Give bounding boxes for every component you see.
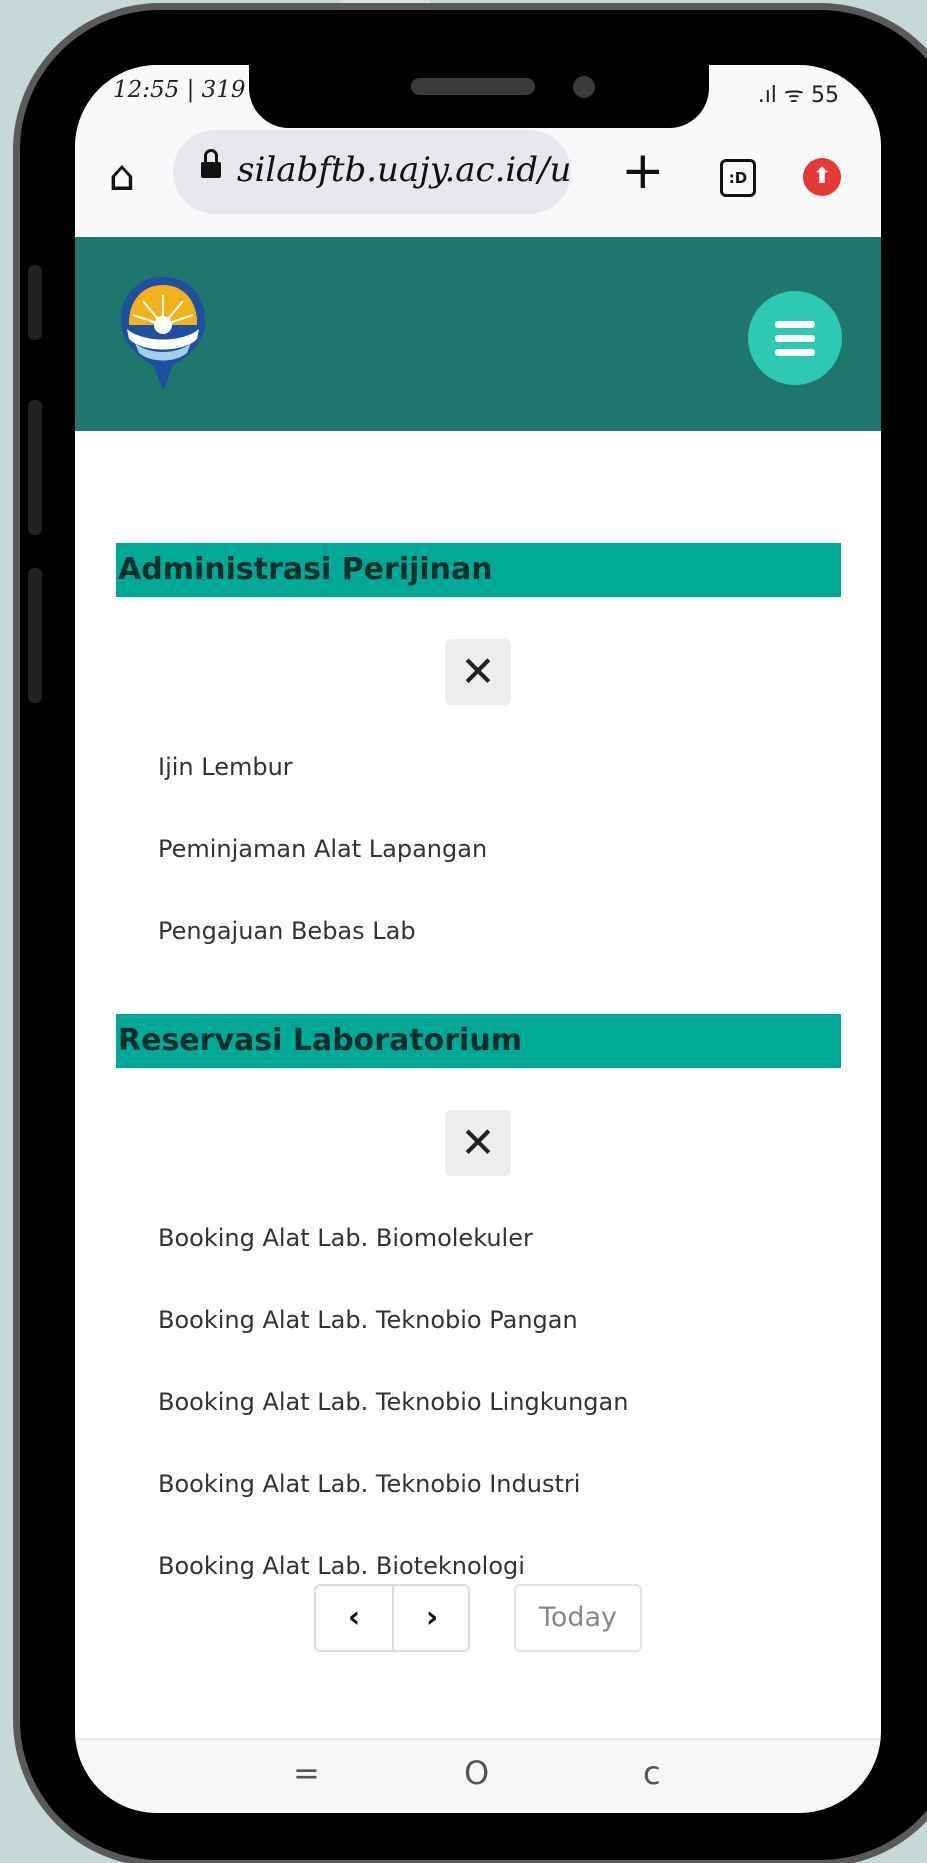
tab-switcher-button[interactable]: :D (720, 159, 756, 197)
volume-up-button (28, 400, 42, 535)
section-title-administrasi: Administrasi Perijinan (116, 543, 841, 597)
menu-link-bioteknologi[interactable]: Booking Alat Lab. Bioteknologi (158, 1552, 525, 1580)
site-header (75, 237, 881, 431)
menu-link-teknobio-pangan[interactable]: Booking Alat Lab. Teknobio Pangan (158, 1306, 578, 1334)
speaker (411, 78, 535, 95)
volume-down-button (28, 568, 42, 703)
status-time: 12:55 | 319 (113, 77, 246, 103)
back-icon[interactable]: c (643, 1754, 661, 1792)
menu-button[interactable] (748, 291, 842, 385)
menu-link-biomolekuler[interactable]: Booking Alat Lab. Biomolekuler (158, 1224, 533, 1252)
section-title-reservasi: Reservasi Laboratorium (116, 1014, 841, 1068)
address-bar[interactable]: silabftb.uajy.ac.id/us (173, 130, 571, 214)
update-icon[interactable]: ⬆ (803, 158, 841, 196)
browser-toolbar: ⌂ silabftb.uajy.ac.id/us + :D ⬆ (75, 125, 881, 237)
close-button[interactable]: ✕ (445, 1110, 511, 1176)
status-icons: .ıl ᯤ 55 (757, 83, 839, 108)
home-nav-icon[interactable]: O (464, 1754, 489, 1792)
menu-link-teknobio-industri[interactable]: Booking Alat Lab. Teknobio Industri (158, 1470, 580, 1498)
university-logo[interactable] (113, 273, 213, 393)
recents-icon[interactable]: = (293, 1754, 320, 1792)
menu-link-ijin-lembur[interactable]: Ijin Lembur (158, 753, 293, 781)
menu-link-peminjaman-alat[interactable]: Peminjaman Alat Lapangan (158, 835, 487, 863)
menu-link-pengajuan-bebas-lab[interactable]: Pengajuan Bebas Lab (158, 917, 416, 945)
prev-button[interactable]: ‹ (316, 1586, 392, 1650)
menu-link-teknobio-lingkungan[interactable]: Booking Alat Lab. Teknobio Lingkungan (158, 1388, 628, 1416)
side-button (28, 265, 42, 340)
today-button[interactable]: Today (514, 1584, 642, 1652)
phone-screen: 12:55 | 319 .ıl ᯤ 55 ⌂ silabftb.uajy.ac.… (75, 65, 881, 1813)
front-camera (573, 76, 595, 98)
lock-icon (201, 149, 221, 179)
close-button[interactable]: ✕ (445, 639, 511, 705)
notch (249, 65, 709, 128)
url-text: silabftb.uajy.ac.id/us (237, 150, 571, 190)
home-icon[interactable]: ⌂ (97, 151, 147, 201)
android-nav-bar: = O c (75, 1738, 881, 1813)
pager: ‹ › (314, 1584, 470, 1652)
next-button[interactable]: › (394, 1586, 470, 1650)
new-tab-button[interactable]: + (621, 145, 665, 197)
hamburger-icon (775, 321, 815, 328)
